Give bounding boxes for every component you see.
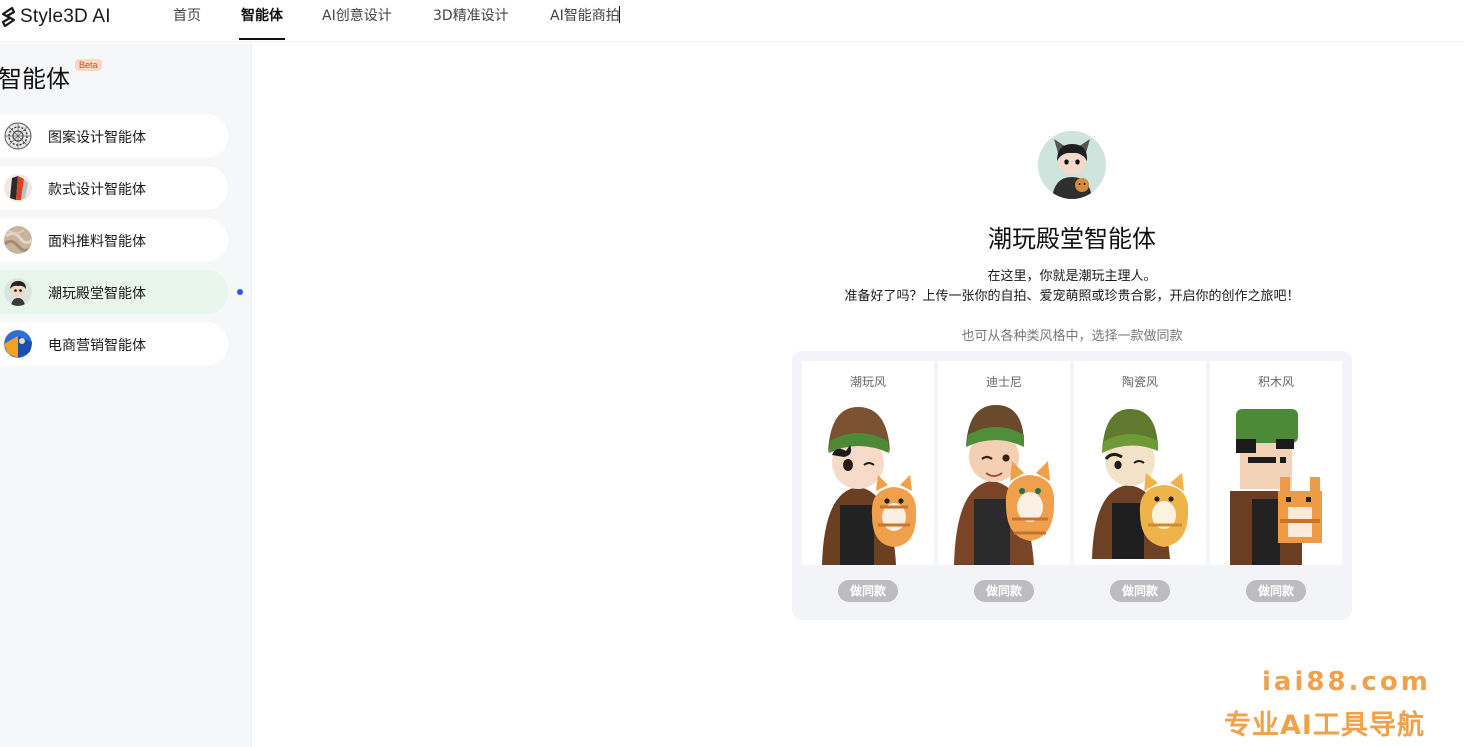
style3d-logo[interactable]: Style3D AI: [0, 5, 111, 29]
style3d-logo-icon: [1, 6, 16, 28]
agent-description-line2: 准备好了吗？上传一张你的自拍、爱宠萌照或珍贵合影，开启你的创作之旅吧！: [844, 289, 1300, 304]
sidebar-item-label: 电商营销智能体: [48, 338, 146, 354]
nav-ai-product-shoot[interactable]: AI智能商拍: [550, 5, 620, 41]
sidebar-item-label: 款式设计智能体: [48, 182, 146, 198]
sidebar-item-fabric[interactable]: 面料推料智能体: [0, 218, 228, 262]
style-name: 潮玩风: [849, 375, 886, 389]
sidebar-item-trendy-toy[interactable]: 潮玩殿堂智能体: [0, 270, 228, 314]
logo-text: Style3D AI: [20, 6, 111, 27]
style-card-disney[interactable]: 迪士尼: [938, 361, 1070, 565]
text-cursor: [619, 6, 620, 23]
style-name: 迪士尼: [985, 375, 1022, 389]
nav-3d-precise-design[interactable]: 3D精准设计: [433, 5, 509, 41]
top-navigation: Style3D AI 首页 智能体 AI创意设计 3D精准设计 AI智能商拍: [0, 0, 1464, 42]
sidebar-item-ecommerce[interactable]: 电商营销智能体: [0, 322, 228, 366]
make-same-button-lego[interactable]: 做同款: [1246, 580, 1306, 602]
style-name: 积木风: [1257, 375, 1294, 389]
style-card-trendy[interactable]: 潮玩风: [802, 361, 934, 565]
agent-avatar: [1038, 131, 1106, 199]
pattern-design-icon: [4, 122, 32, 150]
trendy-style-figure-image: [822, 407, 917, 565]
agent-title: 潮玩殿堂智能体: [988, 225, 1156, 253]
style-hint: 也可从各种类风格中，选择一款做同款: [961, 329, 1183, 344]
fabric-icon: [4, 226, 32, 254]
sidebar-item-label: 潮玩殿堂智能体: [48, 286, 146, 302]
disney-style-figure-image: [954, 405, 1055, 565]
nav-agents[interactable]: 智能体: [241, 5, 283, 41]
lego-style-figure-image: [1230, 409, 1322, 565]
sidebar-item-style-design[interactable]: 款式设计智能体: [0, 166, 228, 210]
watermark-url: iai88.com: [1262, 667, 1431, 697]
sidebar-item-pattern-design[interactable]: 图案设计智能体: [0, 114, 228, 158]
agent-description-line1: 在这里，你就是潮玩主理人。: [987, 269, 1157, 284]
style-design-icon: [4, 174, 32, 202]
style-selection-panel: 潮玩风 做同款 迪士尼 做同款 陶瓷风 做同款 积木风 做同款: [792, 351, 1352, 620]
active-tab-indicator: [239, 38, 285, 40]
sidebar-title: 智能体: [0, 65, 70, 93]
make-same-button-trendy[interactable]: 做同款: [838, 580, 898, 602]
active-indicator-dot: [237, 289, 243, 295]
style-card-lego[interactable]: 积木风: [1210, 361, 1342, 565]
nav-home[interactable]: 首页: [173, 5, 201, 41]
watermark-text: 专业AI工具导航: [1224, 710, 1425, 741]
sidebar-item-label: 面料推料智能体: [48, 234, 146, 250]
make-same-button-ceramic[interactable]: 做同款: [1110, 580, 1170, 602]
sidebar-item-label: 图案设计智能体: [48, 130, 146, 146]
style-name: 陶瓷风: [1121, 375, 1158, 389]
style-card-ceramic[interactable]: 陶瓷风: [1074, 361, 1206, 565]
make-same-button-disney[interactable]: 做同款: [974, 580, 1034, 602]
agent-sidebar: 智能体 Beta 图案设计智能体 款式设计智能体 面料推料智能体 潮玩殿堂智能体…: [0, 43, 252, 747]
nav-ai-creative-design[interactable]: AI创意设计: [322, 5, 392, 41]
beta-badge: Beta: [75, 59, 102, 71]
ceramic-style-figure-image: [1092, 409, 1189, 559]
trendy-toy-icon: [4, 278, 32, 306]
ecommerce-icon: [4, 330, 32, 358]
